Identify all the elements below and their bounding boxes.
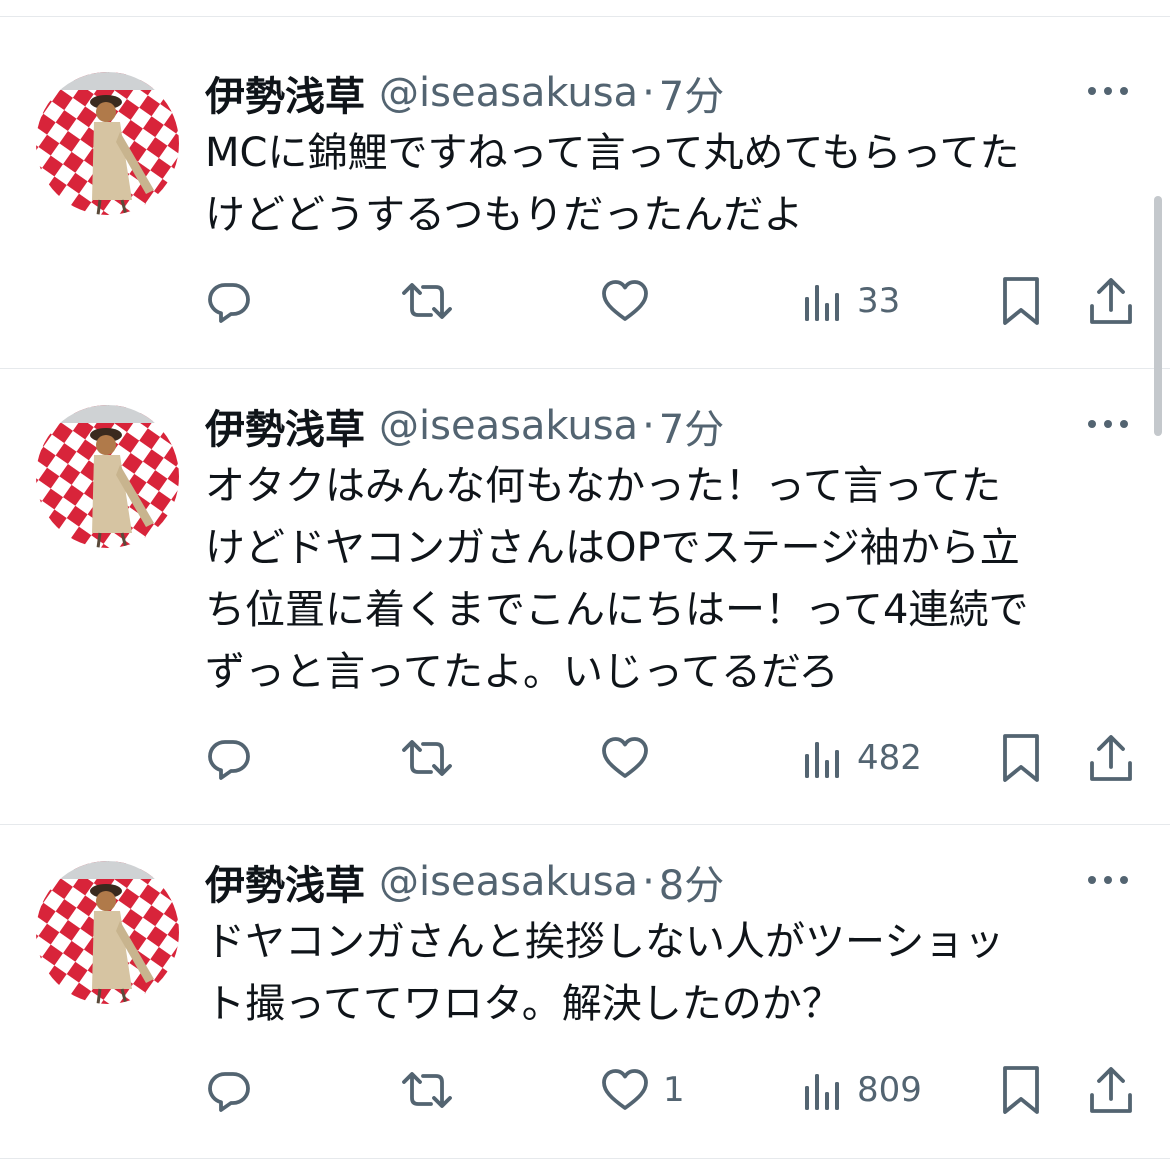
tweet[interactable]: 伊勢浅草 @iseasakusa · 7分 MCに錦鯉ですねって言って丸めてもら… [0, 68, 1170, 368]
divider [0, 16, 1170, 17]
display-name[interactable]: 伊勢浅草 [205, 64, 365, 122]
tweet-header: 伊勢浅草 @iseasakusa · 7分 [205, 401, 724, 453]
timeline-feed: 伊勢浅草 @iseasakusa · 7分 MCに錦鯉ですねって言って丸めてもら… [0, 0, 1170, 1166]
tweet-header: 伊勢浅草 @iseasakusa · 7分 [205, 68, 724, 120]
share-button[interactable] [1088, 731, 1134, 785]
share-icon [1090, 1067, 1132, 1113]
tweet[interactable]: 伊勢浅草 @iseasakusa · 8分 ドヤコンガさんと挨拶しない人がツーシ… [0, 857, 1170, 1157]
scrollbar[interactable] [1154, 196, 1162, 436]
views-button[interactable]: 809 [803, 1063, 922, 1117]
separator-dot: · [642, 859, 655, 905]
share-icon [1090, 278, 1132, 324]
user-handle[interactable]: @iseasakusa [379, 70, 638, 116]
timestamp[interactable]: 8分 [659, 853, 724, 911]
tweet-header: 伊勢浅草 @iseasakusa · 8分 [205, 857, 724, 909]
share-icon [1090, 735, 1132, 781]
bookmark-icon [1003, 277, 1039, 325]
retweet-button[interactable] [400, 731, 468, 785]
retweet-icon [402, 740, 452, 776]
share-button[interactable] [1088, 1063, 1134, 1117]
more-options-button[interactable] [1086, 413, 1130, 435]
divider [0, 1158, 1170, 1159]
display-name[interactable]: 伊勢浅草 [205, 853, 365, 911]
tweet-text: オタクはみんな何もなかった！って言ってた けどドヤコンガさんはOPでステージ袖か… [205, 463, 1029, 695]
reply-button[interactable] [205, 1063, 267, 1117]
views-button[interactable]: 482 [803, 731, 922, 785]
more-options-button[interactable] [1086, 80, 1130, 102]
reply-button[interactable] [205, 274, 267, 328]
bookmark-button[interactable] [1001, 1063, 1041, 1117]
view-count: 33 [857, 281, 901, 321]
separator-dot: · [642, 403, 655, 449]
analytics-icon [805, 285, 839, 321]
divider [0, 368, 1170, 369]
divider [0, 824, 1170, 825]
timestamp[interactable]: 7分 [659, 397, 724, 455]
share-button[interactable] [1088, 274, 1134, 328]
view-count: 482 [857, 738, 922, 778]
heart-icon [602, 737, 648, 778]
analytics-icon [805, 742, 839, 778]
more-horizontal-icon [1088, 87, 1128, 95]
avatar[interactable] [36, 405, 179, 548]
more-options-button[interactable] [1086, 869, 1130, 891]
heart-icon [602, 1069, 648, 1110]
retweet-button[interactable] [400, 1063, 468, 1117]
retweet-button[interactable] [400, 274, 468, 328]
retweet-icon [402, 283, 452, 319]
view-count: 809 [857, 1070, 922, 1110]
user-handle[interactable]: @iseasakusa [379, 859, 638, 905]
tweet[interactable]: 伊勢浅草 @iseasakusa · 7分 オタクはみんな何もなかった！って言っ… [0, 401, 1170, 821]
tweet-text: ドヤコンガさんと挨拶しない人がツーショッ ト撮っててワロタ。解決したのか？ [205, 919, 1005, 1027]
reply-button[interactable] [205, 731, 267, 785]
avatar[interactable] [36, 861, 179, 1004]
bookmark-icon [1003, 1066, 1039, 1114]
bookmark-icon [1003, 734, 1039, 782]
retweet-icon [402, 1072, 452, 1108]
like-count: 1 [663, 1070, 685, 1110]
bookmark-button[interactable] [1001, 274, 1041, 328]
display-name[interactable]: 伊勢浅草 [205, 397, 365, 455]
timestamp[interactable]: 7分 [659, 64, 724, 122]
user-handle[interactable]: @iseasakusa [379, 403, 638, 449]
separator-dot: · [642, 70, 655, 116]
reply-icon [208, 1072, 250, 1112]
views-button[interactable]: 33 [803, 274, 900, 328]
analytics-icon [805, 1074, 839, 1110]
bookmark-button[interactable] [1001, 731, 1041, 785]
avatar[interactable] [36, 72, 179, 215]
more-horizontal-icon [1088, 420, 1128, 428]
like-button[interactable] [601, 274, 663, 328]
tweet-text: MCに錦鯉ですねって言って丸めてもらってた けどどうするつもりだったんだよ [205, 130, 1020, 238]
more-horizontal-icon [1088, 876, 1128, 884]
heart-icon [602, 280, 648, 321]
reply-icon [208, 740, 250, 780]
reply-icon [208, 283, 250, 323]
like-button[interactable]: 1 [601, 1063, 685, 1117]
like-button[interactable] [601, 731, 663, 785]
